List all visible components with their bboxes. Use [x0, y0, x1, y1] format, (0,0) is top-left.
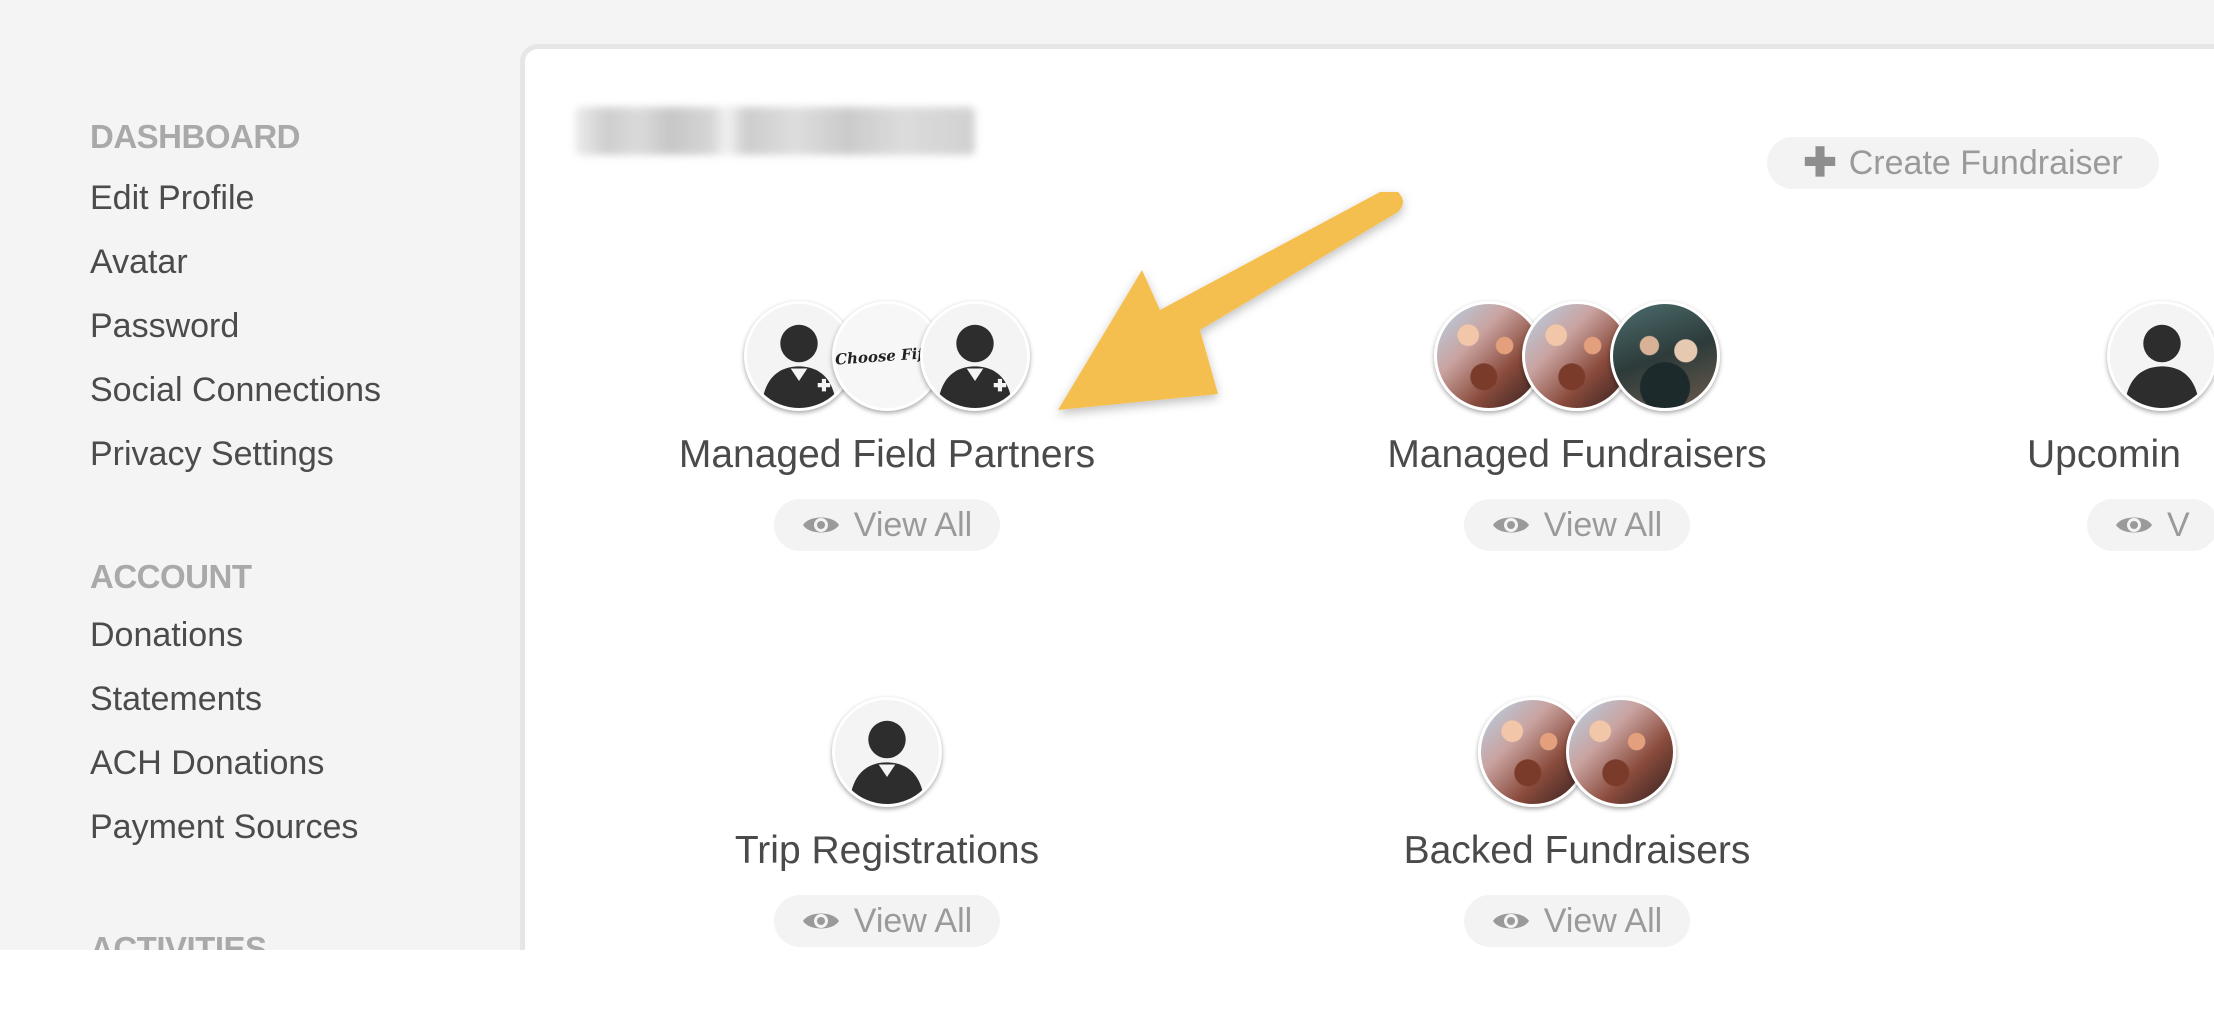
group-title: Trip Registrations: [734, 829, 1040, 872]
sidebar-item-social-connections[interactable]: Social Connections: [90, 371, 381, 410]
blurred-account-name: [575, 107, 975, 155]
sidebar-item-statements[interactable]: Statements: [90, 680, 262, 719]
sidebar: DASHBOARD Edit Profile Avatar Password S…: [0, 0, 520, 950]
group-photo: [1610, 301, 1720, 411]
app-window: DASHBOARD Edit Profile Avatar Password S…: [0, 0, 2214, 950]
sidebar-heading-account: ACCOUNT: [90, 558, 252, 595]
view-all-label: View All: [853, 901, 973, 940]
view-all-label: View All: [1543, 901, 1663, 940]
group-title: Backed Fundraisers: [1403, 829, 1751, 872]
sidebar-heading-activities: ACTIVITIES: [90, 930, 267, 950]
person-icon: [2107, 301, 2214, 411]
eye-icon: [2116, 517, 2152, 533]
view-all-button[interactable]: V: [2087, 499, 2214, 551]
avatar-stack: Choose Fifty: [577, 301, 1197, 415]
view-all-label: View All: [1543, 505, 1663, 544]
crowd-photo: [1566, 697, 1676, 807]
sidebar-item-payment-sources[interactable]: Payment Sources: [90, 808, 358, 847]
person-icon: [920, 301, 1030, 411]
dashboard-card: ✚ Create Fundraiser Choose Fifty Managed…: [520, 44, 2214, 950]
sidebar-item-password[interactable]: Password: [90, 307, 239, 346]
eye-icon: [802, 913, 839, 929]
upcoming-group: Upcomin V: [1957, 301, 2214, 551]
group-title: Managed Fundraisers: [1387, 433, 1767, 476]
trip-registrations-group: Trip Registrations View All: [577, 697, 1197, 947]
avatar-stack: [1267, 697, 1887, 811]
eye-icon: [1492, 913, 1529, 929]
sidebar-item-privacy-settings[interactable]: Privacy Settings: [90, 435, 334, 474]
sidebar-item-avatar[interactable]: Avatar: [90, 243, 188, 282]
managed-fundraisers-group: Managed Fundraisers View All: [1267, 301, 1887, 551]
avatar-stack: [1267, 301, 1887, 415]
plus-icon: ✚: [1803, 141, 1837, 185]
person-icon: [832, 697, 942, 807]
sidebar-item-ach-donations[interactable]: ACH Donations: [90, 744, 324, 783]
group-title: Upcomin: [2027, 433, 2181, 476]
sidebar-heading-dashboard: DASHBOARD: [90, 118, 301, 155]
eye-icon: [1492, 517, 1529, 533]
view-all-label: View All: [853, 505, 973, 544]
view-all-button[interactable]: View All: [1463, 499, 1691, 551]
eye-icon: [802, 517, 839, 533]
sidebar-item-donations[interactable]: Donations: [90, 616, 243, 655]
managed-field-partners-group: Choose Fifty Managed Field Partners View…: [577, 301, 1197, 551]
view-all-label: V: [2167, 505, 2190, 544]
view-all-button[interactable]: View All: [1463, 895, 1691, 947]
view-all-button[interactable]: View All: [773, 895, 1001, 947]
create-fundraiser-label: Create Fundraiser: [1848, 143, 2123, 182]
view-all-button[interactable]: View All: [773, 499, 1001, 551]
sidebar-item-edit-profile[interactable]: Edit Profile: [90, 179, 254, 218]
backed-fundraisers-group: Backed Fundraisers View All: [1267, 697, 1887, 947]
group-title: Managed Field Partners: [678, 433, 1096, 476]
avatar-stack: [577, 697, 1197, 811]
avatar-stack: [1957, 301, 2214, 415]
create-fundraiser-button[interactable]: ✚ Create Fundraiser: [1767, 137, 2159, 189]
